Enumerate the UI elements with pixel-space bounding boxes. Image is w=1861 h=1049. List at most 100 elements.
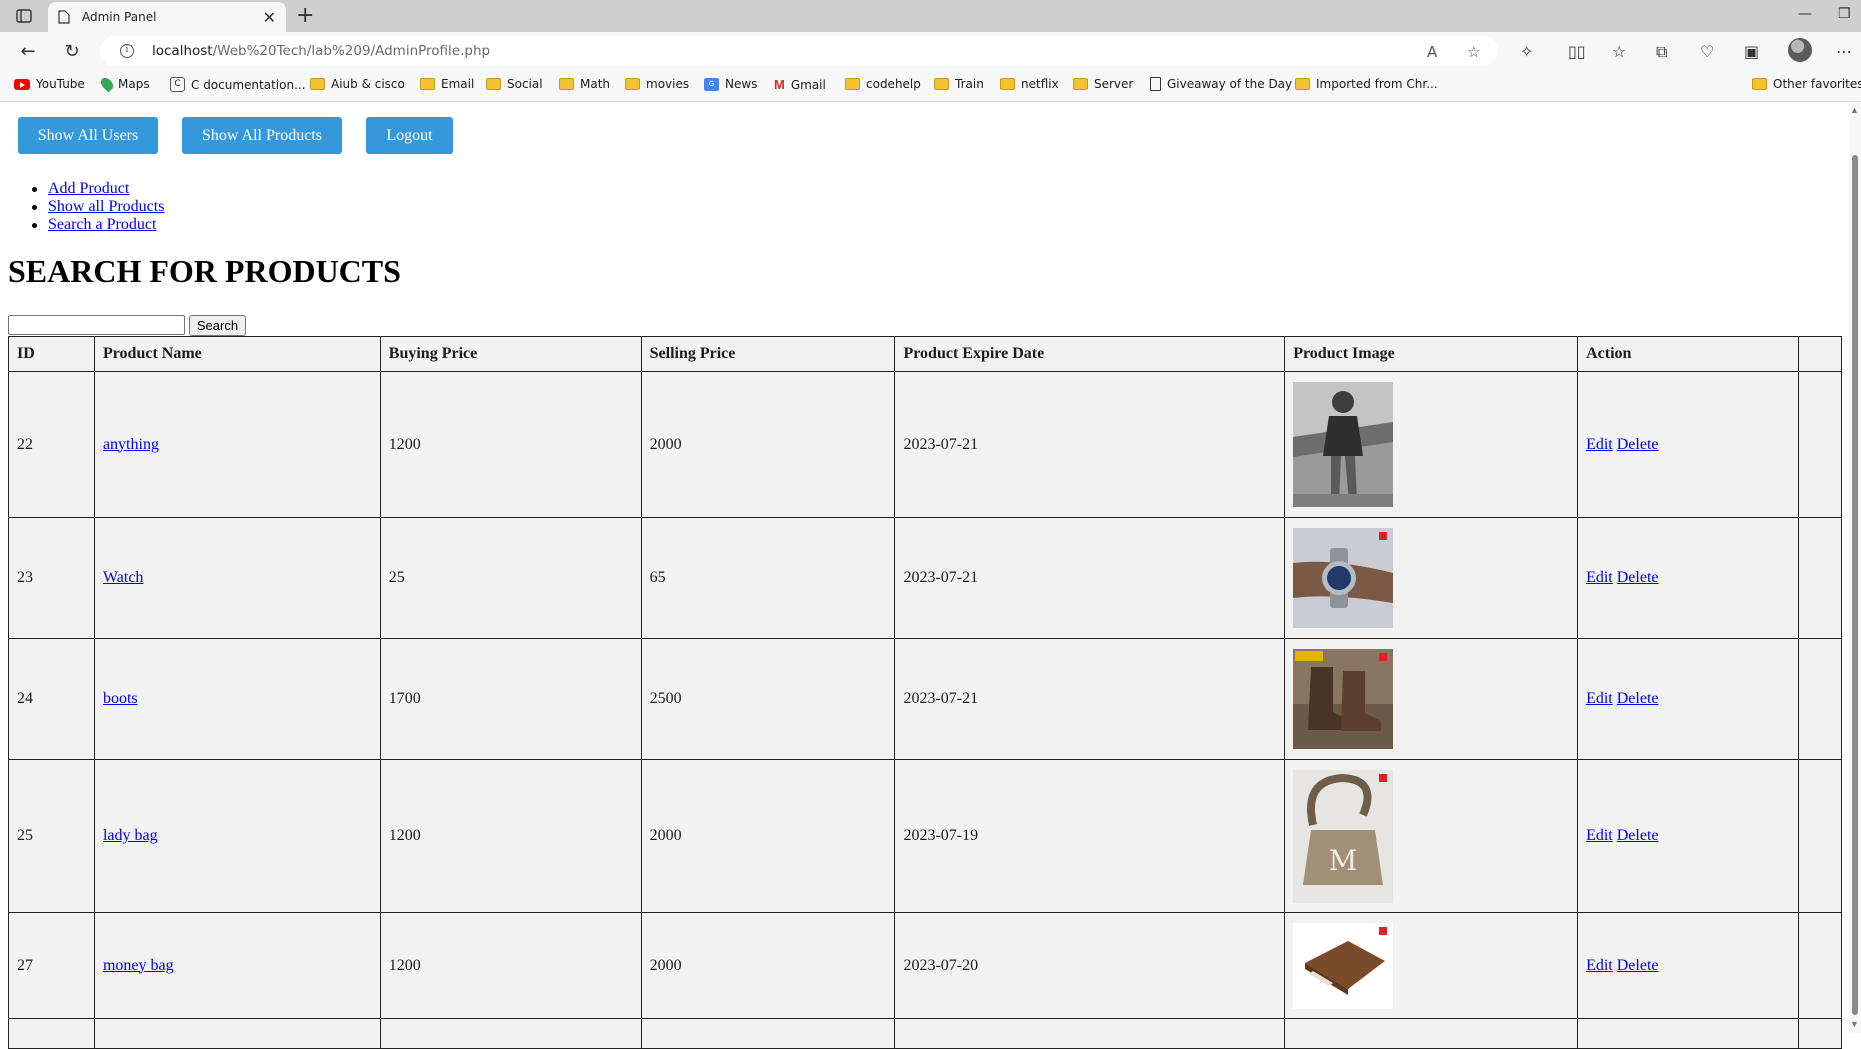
extensions-icon[interactable]: ✧: [1520, 42, 1533, 61]
cell-action: Edit Delete: [1577, 759, 1799, 913]
column-header-id: ID: [8, 336, 95, 372]
edit-link[interactable]: Edit: [1586, 569, 1613, 586]
cell-buying-price: 25: [379, 517, 642, 639]
product-name-link[interactable]: anything: [103, 436, 159, 453]
logout-button[interactable]: Logout: [366, 117, 453, 154]
add-product-link[interactable]: Add Product: [48, 180, 129, 197]
favorites-icon[interactable]: ☆: [1612, 42, 1626, 61]
url-text[interactable]: localhost/Web%20Tech/lab%209/AdminProfil…: [152, 43, 490, 59]
favorite-giveaway[interactable]: Giveaway of the Day: [1150, 77, 1292, 91]
cell-selling-price: 2000: [640, 371, 896, 518]
refresh-icon[interactable]: ↻: [60, 40, 84, 62]
favorite-youtube[interactable]: YouTube: [14, 77, 85, 91]
folder-icon: [845, 78, 860, 90]
address-bar[interactable]: i localhost/Web%20Tech/lab%209/AdminProf…: [100, 36, 1498, 66]
more-menu-icon[interactable]: ⋯: [1836, 42, 1852, 61]
favorite-math[interactable]: Math: [559, 77, 610, 91]
show-all-users-button[interactable]: Show All Users: [18, 117, 158, 154]
product-name-link[interactable]: Watch: [103, 569, 143, 586]
folder-icon: [934, 78, 949, 90]
menu-item-add-product: Add Product: [31, 180, 164, 198]
favorite-aiub-cisco[interactable]: Aiub & cisco: [310, 77, 405, 91]
favorite-star-icon[interactable]: ☆: [1467, 43, 1480, 61]
table-header-row: ID Product Name Buying Price Selling Pri…: [8, 336, 1843, 372]
scroll-up-icon[interactable]: ▲: [1850, 105, 1859, 115]
delete-link[interactable]: Delete: [1617, 827, 1659, 844]
read-aloud-icon[interactable]: A: [1427, 43, 1437, 61]
scroll-down-icon[interactable]: ▼: [1850, 1019, 1859, 1029]
favorite-email[interactable]: Email: [420, 77, 474, 91]
edit-link[interactable]: Edit: [1586, 690, 1613, 707]
table-row: 24 boots 1700 2500 2023-07-21 Edit Delet…: [8, 638, 1843, 760]
cell-selling-price: 65: [640, 517, 896, 639]
edit-link[interactable]: Edit: [1586, 957, 1613, 974]
product-name-link[interactable]: lady bag: [103, 827, 158, 844]
cell-image: [1284, 517, 1579, 639]
delete-link[interactable]: Delete: [1617, 436, 1659, 453]
show-all-products-button[interactable]: Show All Products: [182, 117, 342, 154]
cell-name: Watch: [93, 517, 381, 639]
favorites-bar: YouTube Maps CC documentation... Aiub & …: [0, 70, 1861, 102]
cell-action: Edit Delete: [1577, 638, 1799, 760]
cell-expire-date: 2023-07-21: [894, 638, 1286, 760]
edit-link[interactable]: Edit: [1586, 827, 1613, 844]
restore-icon[interactable]: ❐: [1838, 6, 1851, 22]
tab-title: Admin Panel: [82, 10, 157, 24]
browser-essentials-icon[interactable]: ♡: [1700, 42, 1714, 61]
news-icon: G: [704, 77, 719, 91]
favorite-train[interactable]: Train: [934, 77, 984, 91]
favorite-news[interactable]: G News: [704, 77, 757, 91]
product-image-bag: M: [1293, 769, 1394, 903]
favorite-codehelp[interactable]: codehelp: [845, 77, 921, 91]
search-button[interactable]: Search: [189, 315, 246, 336]
favorite-server[interactable]: Server: [1073, 77, 1133, 91]
site-info-icon[interactable]: i: [120, 44, 134, 58]
page-icon: [1150, 77, 1161, 91]
favorite-gmail[interactable]: M Gmail: [774, 77, 826, 92]
folder-icon: [1000, 78, 1015, 90]
favorite-netflix[interactable]: netflix: [1000, 77, 1059, 91]
menu-item-show-all-products: Show all Products: [31, 198, 164, 216]
back-icon[interactable]: ←: [16, 40, 40, 62]
column-header-product-name: Product Name: [93, 336, 381, 372]
favorite-movies[interactable]: movies: [625, 77, 689, 91]
folder-icon: [310, 78, 325, 90]
cell-selling-price: 2000: [640, 759, 896, 913]
search-input[interactable]: [8, 315, 185, 335]
favorite-other-favorites[interactable]: Other favorites: [1752, 77, 1861, 91]
browser-tab-active[interactable]: Admin Panel ✕: [48, 2, 286, 32]
new-tab-icon[interactable]: +: [296, 4, 314, 28]
product-name-link[interactable]: money bag: [103, 957, 174, 974]
split-screen-icon[interactable]: ▯▯: [1568, 42, 1586, 61]
favorite-imported[interactable]: Imported from Chr...: [1295, 77, 1438, 91]
delete-link[interactable]: Delete: [1617, 690, 1659, 707]
browser-toolbar: ← ↻ i localhost/Web%20Tech/lab%209/Admin…: [0, 32, 1861, 70]
favorite-social[interactable]: Social: [486, 77, 543, 91]
tab-actions-icon[interactable]: [12, 7, 36, 25]
scrollbar-thumb[interactable]: [1852, 155, 1858, 1015]
search-product-link[interactable]: Search a Product: [48, 216, 156, 233]
profile-avatar[interactable]: [1788, 38, 1812, 62]
collections-icon[interactable]: ⧉: [1656, 42, 1667, 62]
cell-id: 27: [8, 912, 95, 1019]
delete-link[interactable]: Delete: [1617, 569, 1659, 586]
product-name-link[interactable]: boots: [103, 690, 138, 707]
show-all-products-link[interactable]: Show all Products: [48, 198, 164, 215]
minimize-icon[interactable]: —: [1798, 6, 1812, 22]
favorite-maps[interactable]: Maps: [98, 75, 150, 93]
cell-expire-date: 2023-07-19: [894, 759, 1286, 913]
delete-link[interactable]: Delete: [1617, 957, 1659, 974]
folder-icon: [625, 78, 640, 90]
table-row: 25 lady bag 1200 2000 2023-07-19 M Edit …: [8, 759, 1843, 913]
cell-action: Edit Delete: [1577, 912, 1799, 1019]
cell-empty: [1797, 759, 1843, 913]
sidebar-icon[interactable]: ▣: [1744, 42, 1759, 61]
favorite-c-documentation[interactable]: CC documentation...: [170, 77, 306, 92]
cell-buying-price: 1200: [379, 912, 642, 1019]
maps-icon: [98, 75, 116, 93]
tab-close-icon[interactable]: ✕: [263, 8, 276, 27]
svg-text:M: M: [1329, 844, 1358, 877]
cell-action: Edit Delete: [1577, 517, 1799, 639]
cell-name: boots: [93, 638, 381, 760]
edit-link[interactable]: Edit: [1586, 436, 1613, 453]
